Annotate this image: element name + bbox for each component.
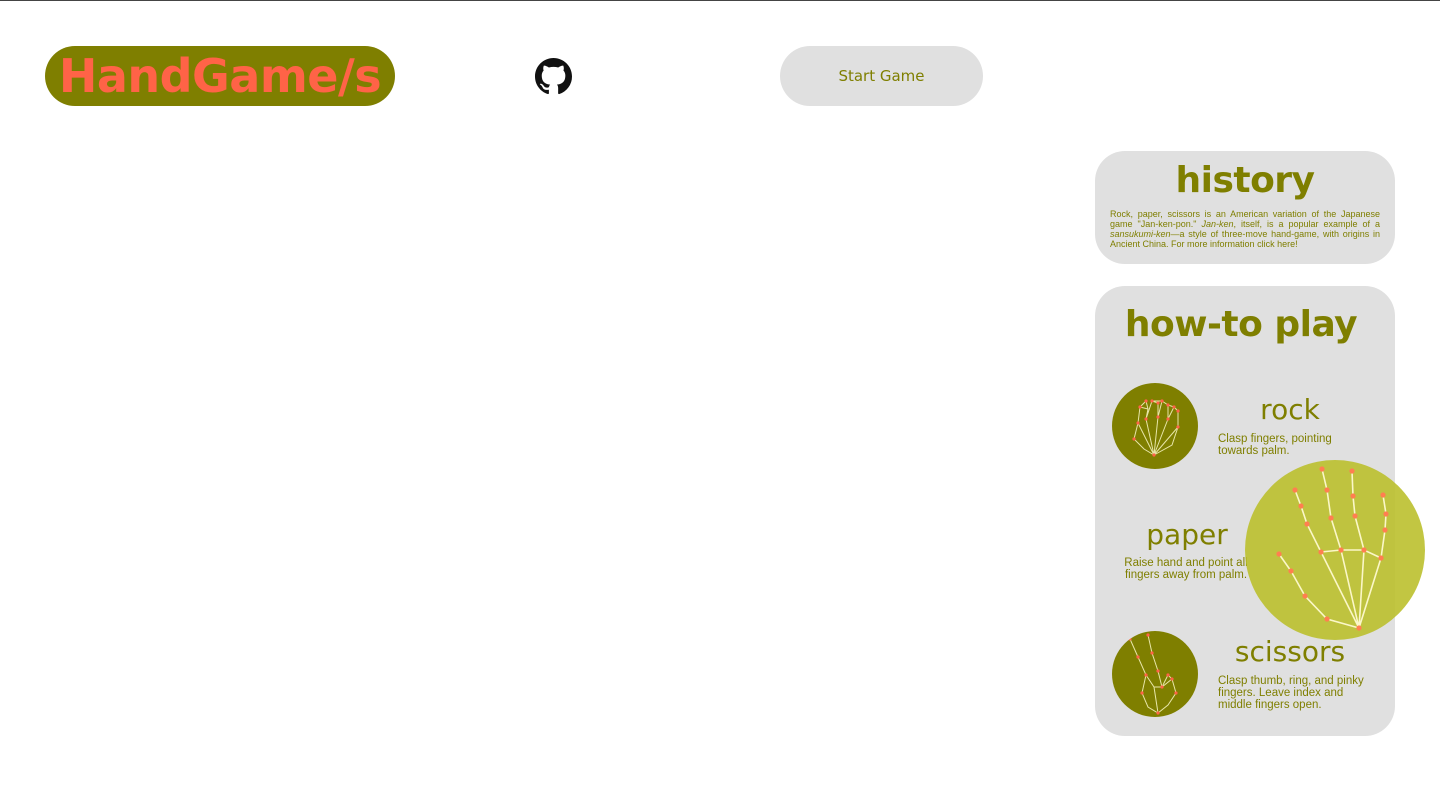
top-border [0,0,1440,1]
history-text-part: , itself, is a popular example of a [1233,219,1380,229]
paper-description: Raise hand and point all fingers away fr… [1124,557,1248,581]
github-icon[interactable] [535,58,572,95]
rock-title: rock [1260,393,1320,426]
paper-hand-icon [1245,460,1425,640]
start-game-button[interactable]: Start Game [780,46,983,106]
history-text: Rock, paper, scissors is an American var… [1110,209,1380,249]
scissors-description: Clasp thumb, ring, and pinky fingers. Le… [1218,675,1364,711]
scissors-hand-icon [1112,631,1198,717]
rock-hand-icon [1112,383,1198,469]
rock-description: Clasp fingers, pointing towards palm. [1218,433,1332,457]
howto-title: how-to play [1124,304,1358,345]
history-link[interactable]: click here! [1257,239,1298,249]
history-text-emphasis: sansukumi-ken [1110,229,1171,239]
paper-title: paper [1146,518,1228,551]
scissors-title: scissors [1234,635,1346,668]
history-text-emphasis: Jan-ken [1201,219,1234,229]
history-card: history Rock, paper, scissors is an Amer… [1095,151,1395,264]
history-title: history [1175,160,1315,201]
app-logo[interactable]: HandGame/s [45,46,395,106]
